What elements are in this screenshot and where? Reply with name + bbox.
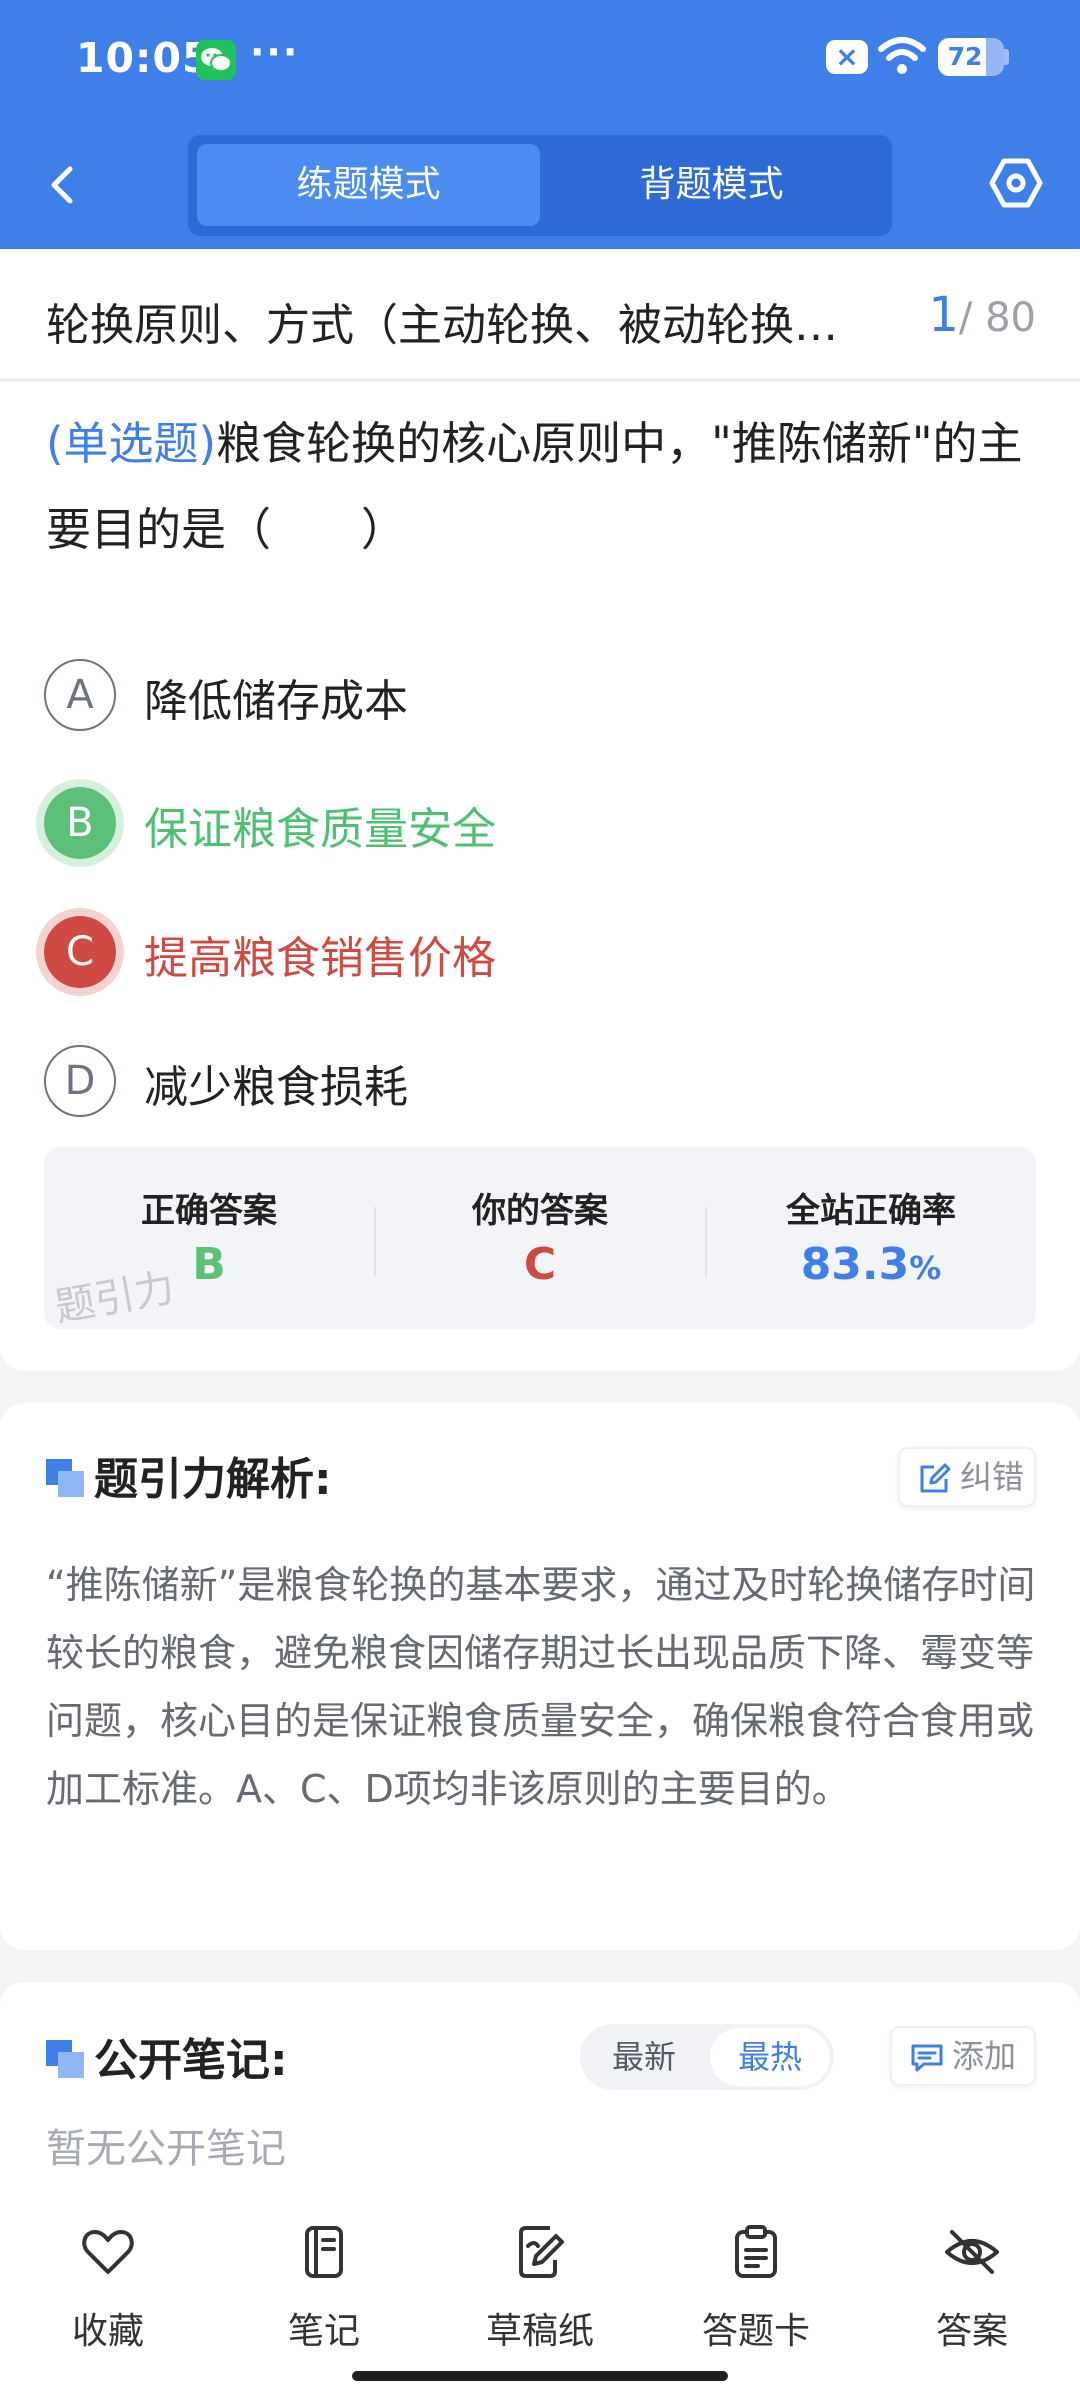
battery-tip	[1004, 49, 1009, 65]
your-answer-label: 你的答案	[472, 1191, 608, 1231]
clipboard-icon	[735, 2225, 777, 2278]
option-text: 减少粮食损耗	[144, 1062, 408, 1113]
analysis-text: “推陈储新”是粮食轮换的基本要求，通过及时轮换储存时间较长的粮食，避免粮食因储存…	[46, 1563, 1036, 1811]
option-letter: D	[44, 1045, 116, 1117]
note-label: 笔记	[287, 2311, 360, 2352]
option-c[interactable]: C 提高粮食销售价格	[44, 910, 944, 990]
draft-paper-label: 草稿纸	[485, 2311, 594, 2352]
more-notifications-icon: ···	[250, 30, 300, 74]
answer-summary: 正确答案 B 你的答案 C 全站正确率 83.3% 题引力	[44, 1147, 1036, 1331]
option-letter: C	[44, 916, 116, 988]
option-b[interactable]: B 保证粮食质量安全	[44, 781, 944, 861]
settings-icon	[989, 158, 1043, 208]
add-note-button[interactable]: 添加	[890, 2026, 1036, 2086]
battery-level: 72	[947, 42, 983, 71]
comment-icon	[911, 2044, 943, 2072]
correct-answer-label: 正确答案	[141, 1191, 277, 1231]
empty-notes-text: 暂无公开笔记	[46, 2126, 286, 2172]
divider	[0, 379, 1080, 381]
tab-practice-mode[interactable]: 练题模式	[197, 144, 540, 226]
answer-card-label: 答题卡	[701, 2311, 810, 2352]
option-d[interactable]: D 减少粮食损耗	[44, 1039, 944, 1119]
option-text: 提高粮食销售价格	[144, 933, 496, 984]
heart-icon	[82, 2230, 134, 2274]
section-marker-icon	[46, 2040, 84, 2078]
favorite-button[interactable]: 收藏	[28, 2224, 188, 2354]
app-header: 10:05 ··· × 72 练题模式 背题模式	[0, 0, 1080, 249]
analysis-card: 题引力解析: 纠错 “推陈储新”是粮食轮换的基本要求，通过及时轮换储存时间较长的…	[0, 1403, 1080, 1950]
answer-label: 答案	[935, 2311, 1008, 2352]
question-total: / 80	[958, 295, 1036, 341]
accuracy-unit: %	[909, 1249, 942, 1287]
report-error-button[interactable]: 纠错	[898, 1447, 1036, 1507]
notes-title: 公开笔记:	[94, 2035, 288, 2086]
edit-icon	[920, 1463, 951, 1493]
add-note-label: 添加	[952, 2037, 1017, 2075]
question-progress: 1/ 80	[928, 287, 1036, 343]
option-letter: B	[44, 787, 116, 859]
status-bar: 10:05 ··· × 72	[0, 0, 1080, 120]
question-type: (单选题)	[46, 417, 217, 470]
question-card: 轮换原则、方式（主动轮换、被动轮换… 1/ 80 (单选题)粮食轮换的核心原则中…	[0, 249, 1080, 1371]
sort-hot-tab[interactable]: 最热	[710, 2028, 830, 2086]
option-text: 降低储存成本	[144, 676, 408, 727]
favorite-label: 收藏	[71, 2311, 144, 2352]
option-letter: A	[44, 659, 116, 731]
back-button[interactable]	[40, 155, 90, 215]
your-answer-value: C	[523, 1239, 557, 1290]
settings-button[interactable]	[988, 155, 1044, 211]
chevron-left-icon	[51, 166, 73, 204]
report-error-label: 纠错	[960, 1458, 1025, 1496]
analysis-title: 题引力解析:	[94, 1454, 332, 1505]
toggle-answer-button[interactable]: 答案	[892, 2224, 1052, 2354]
accuracy-label: 全站正确率	[786, 1191, 956, 1231]
no-sim-icon: ×	[826, 40, 868, 74]
notes-sort-switch: 最新 最热	[580, 2024, 834, 2090]
wifi-icon	[878, 37, 926, 74]
chapter-title: 轮换原则、方式（主动轮换、被动轮换…	[46, 300, 838, 351]
accuracy-value: 83.3%	[706, 1239, 1036, 1290]
tab-recite-mode[interactable]: 背题模式	[540, 144, 883, 226]
question-text: (单选题)粮食轮换的核心原则中，"推陈储新"的主要目的是（ ）	[46, 401, 1046, 573]
battery-icon: 72	[938, 38, 1004, 76]
your-answer-column: 你的答案 C	[375, 1147, 705, 1329]
note-button[interactable]: 笔记	[244, 2224, 404, 2354]
status-time: 10:05	[76, 34, 212, 82]
section-marker-icon	[46, 1459, 84, 1497]
option-a[interactable]: A 降低储存成本	[44, 653, 944, 733]
accuracy-number: 83.3	[800, 1239, 910, 1290]
bottom-toolbar: 收藏 笔记 草稿纸 答题卡 答案	[0, 2190, 1080, 2400]
question-index: 1	[928, 287, 959, 343]
option-text: 保证粮食质量安全	[144, 804, 496, 855]
notebook-icon	[305, 2226, 343, 2278]
draft-icon	[519, 2226, 564, 2278]
mode-switch: 练题模式 背题模式	[188, 135, 892, 236]
wechat-icon	[196, 40, 236, 80]
home-indicator	[352, 2371, 728, 2381]
sort-latest-tab[interactable]: 最新	[584, 2028, 704, 2086]
eye-off-icon	[945, 2230, 999, 2274]
accuracy-column: 全站正确率 83.3%	[706, 1147, 1036, 1329]
draft-paper-button[interactable]: 草稿纸	[460, 2224, 620, 2354]
answer-card-button[interactable]: 答题卡	[676, 2224, 836, 2354]
